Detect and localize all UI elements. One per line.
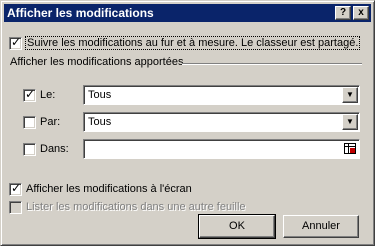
ok-button[interactable]: OK — [198, 214, 276, 239]
list-on-sheet-option[interactable]: Lister les modifications dans une autre … — [9, 201, 246, 214]
check-icon: ✓ — [11, 181, 22, 195]
who-label: Par: — [40, 116, 61, 128]
where-input[interactable] — [83, 139, 360, 159]
help-button[interactable]: ? — [335, 6, 351, 20]
check-icon: ✓ — [11, 35, 22, 49]
when-select[interactable]: Tous ▼ — [83, 85, 360, 105]
list-on-sheet-label: Lister les modifications dans une autre … — [26, 201, 246, 213]
highlight-on-screen-checkbox[interactable]: ✓ — [9, 181, 22, 196]
group-divider — [182, 63, 362, 65]
track-changes-option[interactable]: ✓ Suivre les modifications au fur et à me… — [9, 35, 361, 50]
window-title: Afficher les modifications — [7, 6, 154, 20]
when-option[interactable]: ✓ Le: — [23, 87, 56, 102]
when-label: Le: — [40, 89, 56, 101]
group-title: Afficher les modifications apportées — [10, 56, 184, 68]
when-checkbox[interactable]: ✓ — [23, 87, 36, 102]
who-checkbox[interactable] — [23, 116, 36, 129]
chevron-down-icon[interactable]: ▼ — [342, 87, 358, 103]
close-icon: x — [358, 7, 364, 18]
track-changes-checkbox[interactable]: ✓ — [9, 35, 22, 50]
when-select-value: Tous — [88, 89, 112, 101]
title-bar[interactable]: Afficher les modifications ? x — [4, 4, 371, 22]
range-selector-icon[interactable] — [344, 143, 356, 154]
chevron-down-icon[interactable]: ▼ — [342, 114, 358, 130]
where-label: Dans: — [40, 143, 69, 155]
who-select-value: Tous — [88, 116, 112, 128]
who-option[interactable]: Par: — [23, 116, 60, 129]
highlight-on-screen-option[interactable]: ✓ Afficher les modifications à l'écran — [9, 181, 192, 196]
highlight-on-screen-label: Afficher les modifications à l'écran — [26, 183, 192, 195]
where-option[interactable]: Dans: — [23, 143, 69, 156]
help-icon: ? — [339, 7, 347, 18]
check-icon: ✓ — [25, 87, 36, 101]
close-button[interactable]: x — [353, 6, 369, 20]
who-select[interactable]: Tous ▼ — [83, 112, 360, 132]
cancel-button[interactable]: Annuler — [283, 215, 359, 238]
where-checkbox[interactable] — [23, 143, 36, 156]
dialog-window: Afficher les modifications ? x ✓ Suivre l… — [0, 0, 375, 246]
list-on-sheet-checkbox[interactable] — [9, 201, 22, 214]
track-changes-label: Suivre les modifications au fur et à mes… — [24, 36, 361, 50]
